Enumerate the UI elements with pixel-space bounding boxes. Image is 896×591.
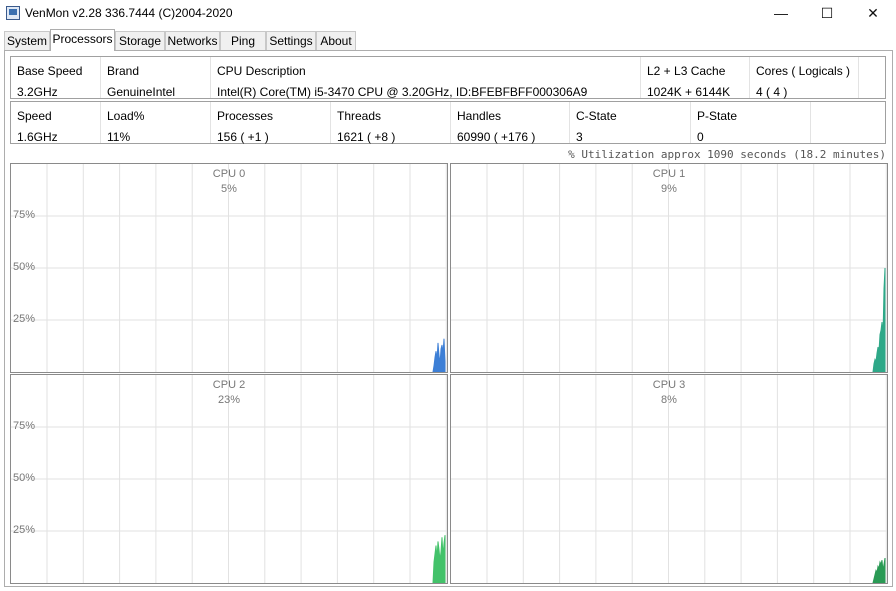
cpu-info-list: Base Speed 3.2GHz Brand GenuineIntel CPU… — [10, 56, 886, 99]
cpu2-label-50: 50% — [13, 472, 36, 484]
title-bar: VenMon v2.28 336.7444 (C)2004-2020 — ☐ ✕ — [0, 0, 896, 26]
cpu-status-list: Speed 1.6GHz Load% 11% Processes 156 ( +… — [10, 101, 886, 144]
cpu1-name: CPU 1 — [652, 168, 686, 180]
handles-value: 60990 ( +176 ) — [457, 130, 536, 144]
cpu-description-cell[interactable]: CPU Description Intel(R) Core(TM) i5-347… — [211, 57, 641, 99]
tab-system[interactable]: System — [4, 31, 50, 50]
processes-cell[interactable]: Processes 156 ( +1 ) — [211, 102, 331, 144]
cpu-description-value: Intel(R) Core(TM) i5-3470 CPU @ 3.20GHz,… — [217, 85, 588, 99]
cpu3-load: 8% — [661, 394, 677, 406]
cpu0-graph-canvas — [11, 164, 447, 372]
cpu0-name: CPU 0 — [212, 168, 246, 180]
cpu2-label-75: 75% — [13, 420, 36, 432]
window-title: VenMon v2.28 336.7444 (C)2004-2020 — [25, 6, 233, 20]
p-state-header: P-State — [697, 109, 738, 123]
cpu3-usage-area — [872, 557, 886, 583]
cache-header: L2 + L3 Cache — [647, 64, 726, 78]
minimize-button[interactable]: — — [758, 0, 804, 26]
cache-cell[interactable]: L2 + L3 Cache 1024K + 6144K — [641, 57, 750, 99]
tab-settings[interactable]: Settings — [266, 31, 316, 50]
c-state-cell[interactable]: C-State 3 — [570, 102, 691, 144]
processes-header: Processes — [217, 109, 274, 123]
cpu0-graph: CPU 0 5% 75% 50% 25% — [10, 163, 448, 373]
app-icon — [6, 6, 20, 20]
speed-value: 1.6GHz — [17, 130, 58, 144]
threads-value: 1621 ( +8 ) — [337, 130, 396, 144]
base-speed-value: 3.2GHz — [17, 85, 58, 99]
c-state-header: C-State — [576, 109, 617, 123]
cpu2-usage-area — [432, 535, 446, 583]
p-state-cell[interactable]: P-State 0 — [691, 102, 811, 144]
load-cell[interactable]: Load% 11% — [101, 102, 211, 144]
tab-networks[interactable]: Networks — [165, 31, 220, 50]
tab-processors[interactable]: Processors — [50, 29, 115, 51]
tab-about[interactable]: About — [316, 31, 356, 50]
cpu2-label-25: 25% — [13, 524, 36, 536]
cpu2-graph-canvas — [11, 375, 447, 583]
base-speed-header: Base Speed — [17, 64, 83, 78]
tab-ping[interactable]: Ping — [220, 31, 266, 50]
cpu0-label-75: 75% — [13, 209, 36, 221]
speed-header: Speed — [17, 109, 52, 123]
handles-header: Handles — [457, 109, 502, 123]
cores-cell[interactable]: Cores ( Logicals ) 4 ( 4 ) — [750, 57, 859, 99]
c-state-value: 3 — [576, 130, 583, 144]
load-header: Load% — [107, 109, 145, 123]
cpu1-graph: CPU 1 9% — [450, 163, 888, 373]
cpu1-load: 9% — [661, 183, 677, 195]
cpu0-label-25: 25% — [13, 313, 36, 325]
brand-value: GenuineIntel — [107, 85, 176, 99]
base-speed-cell[interactable]: Base Speed 3.2GHz — [11, 57, 101, 99]
cpu3-name: CPU 3 — [652, 379, 686, 391]
cpu0-label-50: 50% — [13, 261, 36, 273]
close-button[interactable]: ✕ — [850, 0, 896, 26]
cpu-description-header: CPU Description — [217, 64, 306, 78]
cpu1-graph-canvas — [451, 164, 887, 372]
brand-header: Brand — [107, 64, 140, 78]
cores-header: Cores ( Logicals ) — [756, 64, 851, 78]
cpu3-graph-canvas — [451, 375, 887, 583]
utilization-note: % Utilization approx 1090 seconds (18.2 … — [568, 148, 886, 161]
brand-cell[interactable]: Brand GenuineIntel — [101, 57, 211, 99]
processes-value: 156 ( +1 ) — [217, 130, 269, 144]
cpu2-graph: CPU 2 23% 75% 50% 25% — [10, 374, 448, 584]
speed-cell[interactable]: Speed 1.6GHz — [11, 102, 101, 144]
maximize-button[interactable]: ☐ — [804, 0, 850, 26]
tab-storage[interactable]: Storage — [115, 31, 165, 50]
cores-value: 4 ( 4 ) — [756, 85, 788, 99]
cpu2-name: CPU 2 — [212, 379, 246, 391]
handles-cell[interactable]: Handles 60990 ( +176 ) — [451, 102, 570, 144]
cpu0-load: 5% — [221, 183, 237, 195]
cpu2-load: 23% — [217, 394, 241, 406]
cpu0-usage-area — [432, 338, 446, 372]
cpu3-graph: CPU 3 8% — [450, 374, 888, 584]
cache-value: 1024K + 6144K — [647, 85, 731, 99]
p-state-value: 0 — [697, 130, 704, 144]
threads-cell[interactable]: Threads 1621 ( +8 ) — [331, 102, 451, 144]
load-value: 11% — [107, 130, 131, 144]
threads-header: Threads — [337, 109, 382, 123]
